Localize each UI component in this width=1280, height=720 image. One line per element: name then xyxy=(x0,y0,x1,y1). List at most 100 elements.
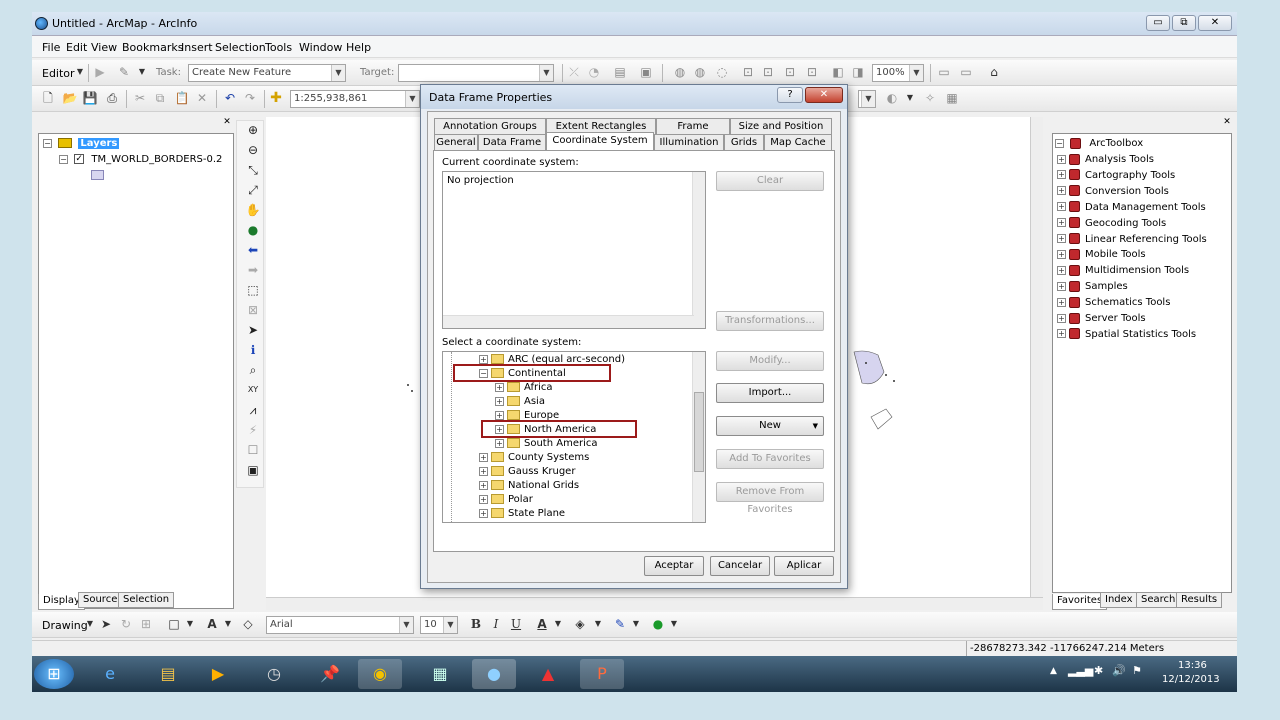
fixed-zoom-out-icon[interactable]: ⤢ xyxy=(244,181,262,199)
layer-visibility-checkbox[interactable]: ✓ xyxy=(74,154,85,164)
tab-index[interactable]: Index xyxy=(1100,592,1138,608)
chevron-down-icon[interactable]: ▼ xyxy=(134,64,150,80)
toolbox-item[interactable]: + Cartography Tools xyxy=(1057,168,1175,183)
cs-gauss-kruger[interactable]: Gauss Kruger xyxy=(508,466,575,477)
toolbox-item[interactable]: + Multidimension Tools xyxy=(1057,263,1189,278)
minimize-button[interactable]: ▭ xyxy=(1146,15,1170,31)
expand-icon[interactable]: + xyxy=(1057,218,1066,228)
zoom-out-icon[interactable]: ⊖ xyxy=(244,141,262,159)
current-cs-box[interactable]: No projection xyxy=(442,171,706,329)
back-extent-icon[interactable]: ◧ xyxy=(830,64,846,80)
zoom-layer-icon[interactable]: ⊡ xyxy=(740,64,756,80)
zoom-page-icon[interactable]: ⊡ xyxy=(782,64,798,80)
expand-icon[interactable]: + xyxy=(1057,297,1066,307)
select-features-icon[interactable]: ⬚ xyxy=(244,281,262,299)
task-combo[interactable]: Create New Feature ▼ xyxy=(188,64,346,82)
menu-tools[interactable]: Tools xyxy=(265,41,292,54)
ok-button[interactable]: Aceptar xyxy=(644,556,704,576)
underline-button[interactable]: U xyxy=(508,616,524,632)
tab-data-frame[interactable]: Data Frame xyxy=(478,134,546,150)
chevron-down-icon[interactable]: ▼ xyxy=(182,616,198,632)
expand-icon[interactable]: + xyxy=(1057,249,1066,259)
chevron-down-icon[interactable]: ▼ xyxy=(82,616,98,632)
toolbox-item[interactable]: + Analysis Tools xyxy=(1057,152,1154,167)
cs-tree-vscroll[interactable] xyxy=(692,352,705,522)
collapse-icon[interactable]: − xyxy=(1055,138,1064,148)
remove-from-favorites-button[interactable]: Remove From Favorites xyxy=(716,482,824,515)
expand-icon[interactable]: + xyxy=(1057,281,1066,291)
tab-results[interactable]: Results xyxy=(1176,592,1223,608)
close-button[interactable]: ✕ xyxy=(1198,15,1232,31)
html-popup-icon[interactable]: ☐ xyxy=(244,441,262,459)
sketch-tool-icon[interactable]: ✎ xyxy=(116,64,132,80)
forward-arrow-icon[interactable]: ➡ xyxy=(244,261,262,279)
go-to-xy-icon[interactable]: XY xyxy=(244,381,262,399)
tab-general[interactable]: General xyxy=(434,134,478,150)
show-hidden-icons[interactable]: ▲ xyxy=(1050,666,1057,676)
menu-selection[interactable]: Selection xyxy=(215,41,266,54)
expand-icon[interactable]: + xyxy=(479,480,488,490)
powerpoint-icon[interactable]: P xyxy=(580,659,624,689)
collapse-icon[interactable]: − xyxy=(43,138,52,148)
toggle-draft-icon[interactable]: ▭ xyxy=(936,64,952,80)
zoom-one-icon[interactable]: ⊡ xyxy=(804,64,820,80)
rotate-tool-icon[interactable]: ◔ xyxy=(586,64,602,80)
chrome-icon[interactable]: ◉ xyxy=(358,659,402,689)
edit-vertices-icon[interactable]: ◇ xyxy=(240,616,256,632)
save-icon[interactable]: 💾 xyxy=(82,90,98,106)
undo-icon[interactable]: ↶ xyxy=(222,90,238,106)
internet-explorer-icon[interactable]: e xyxy=(88,659,132,689)
tab-favorites[interactable]: Favorites xyxy=(1052,594,1108,610)
expand-icon[interactable]: + xyxy=(1057,154,1066,164)
toolbox-item[interactable]: + Geocoding Tools xyxy=(1057,216,1166,231)
print-icon[interactable]: ⎙ xyxy=(104,90,120,106)
collapse-icon[interactable]: − xyxy=(59,154,68,164)
dialog-close-button[interactable]: ✕ xyxy=(805,87,843,103)
georef-icon-1[interactable]: ◍ xyxy=(672,64,688,80)
zoom-whole-page-icon[interactable]: ⊞ xyxy=(138,616,154,632)
arcmap-taskbar-icon[interactable]: ● xyxy=(472,659,516,689)
expand-icon[interactable]: + xyxy=(1057,234,1066,243)
menu-help[interactable]: Help xyxy=(346,41,371,54)
select-elements-icon[interactable]: ➤ xyxy=(98,616,114,632)
help-button[interactable]: ? xyxy=(777,87,803,103)
tab-source[interactable]: Source xyxy=(78,592,123,608)
new-button[interactable]: New ▼ xyxy=(716,416,824,436)
signal-icon[interactable]: ▂▃▅ xyxy=(1068,664,1093,677)
font-combo[interactable]: Arial ▼ xyxy=(266,616,414,634)
layer-name[interactable]: TM_WORLD_BORDERS-0.2 xyxy=(91,154,222,165)
taskbar-date[interactable]: 12/12/2013 xyxy=(1162,674,1220,685)
network-icon[interactable]: ✱ xyxy=(1094,664,1103,677)
layout-lock-icon[interactable]: ⌂ xyxy=(986,64,1002,80)
tab-frame[interactable]: Frame xyxy=(656,118,730,134)
cs-asia[interactable]: Asia xyxy=(524,396,545,407)
close-icon[interactable]: ✕ xyxy=(222,117,232,127)
toolbox-item[interactable]: + Mobile Tools xyxy=(1057,247,1146,262)
scrollbar-thumb[interactable] xyxy=(694,392,704,472)
layers-root[interactable]: Layers xyxy=(78,138,120,149)
file-explorer-icon[interactable]: ▤ xyxy=(146,659,190,689)
pan-hand-icon[interactable]: ✋ xyxy=(244,201,262,219)
layer-symbol-swatch[interactable] xyxy=(91,170,104,180)
expand-icon[interactable]: + xyxy=(495,410,504,420)
cancel-button[interactable]: Cancelar xyxy=(710,556,770,576)
tab-annotation-groups[interactable]: Annotation Groups xyxy=(434,118,546,134)
tab-grids[interactable]: Grids xyxy=(724,134,764,150)
toolbox-item[interactable]: + Linear Referencing Tools xyxy=(1057,232,1207,247)
line-color-icon[interactable]: ✎ xyxy=(612,616,628,632)
toolbox-item[interactable]: + Server Tools xyxy=(1057,311,1146,326)
add-to-favorites-button[interactable]: Add To Favorites xyxy=(716,449,824,469)
find-binoculars-icon[interactable]: ⌕ xyxy=(244,361,262,379)
expand-icon[interactable]: + xyxy=(495,382,504,392)
toolbox-item[interactable]: + Samples xyxy=(1057,279,1128,294)
full-extent-globe-icon[interactable]: ● xyxy=(244,221,262,239)
small-combo[interactable]: ▼ xyxy=(858,90,876,108)
cs-state-plane[interactable]: State Plane xyxy=(508,508,565,519)
clear-button[interactable]: Clear xyxy=(716,171,824,191)
clear-selection-icon[interactable]: ⊠ xyxy=(244,301,262,319)
cut-icon[interactable]: ✂ xyxy=(132,90,148,106)
map-scale-combo[interactable]: 1:255,938,861 ▼ xyxy=(290,90,420,108)
expand-icon[interactable]: + xyxy=(1057,186,1066,196)
clock-app-icon[interactable]: ◷ xyxy=(252,659,296,689)
expand-icon[interactable]: + xyxy=(1057,265,1066,275)
